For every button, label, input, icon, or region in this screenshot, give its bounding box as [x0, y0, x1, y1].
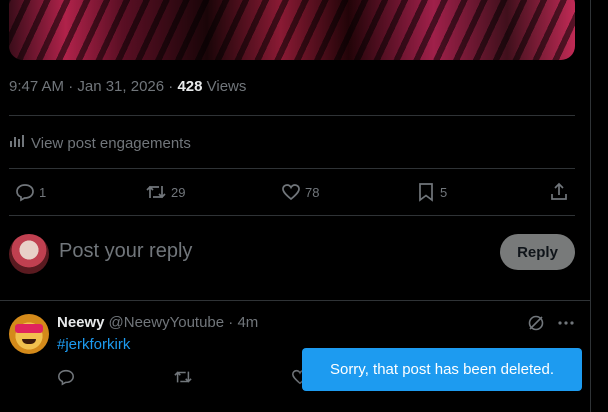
more-icon[interactable]: [557, 314, 575, 337]
views-label: Views: [202, 78, 247, 95]
reply-action[interactable]: 1: [15, 178, 46, 206]
repost-icon: [145, 182, 167, 202]
avatar-glasses: [15, 324, 43, 333]
author-handle[interactable]: @NeewyYoutube · 4m: [109, 314, 259, 331]
avatar[interactable]: [9, 234, 49, 274]
divider: [9, 168, 575, 169]
views-count: 428: [177, 78, 203, 95]
bookmark-count: 5: [440, 184, 448, 200]
tweet-top-icons: [527, 314, 575, 337]
media-pattern: [9, 0, 575, 60]
post-meta: 9:47 AM · Jan 31, 2026 · 428 Views: [9, 78, 246, 95]
grok-icon[interactable]: [527, 314, 545, 337]
bookmark-action[interactable]: 5: [416, 178, 447, 206]
like-count: 78: [305, 184, 320, 200]
divider: [9, 115, 575, 116]
share-action[interactable]: [549, 178, 569, 206]
repost-count: 29: [171, 184, 186, 200]
avatar[interactable]: [9, 314, 49, 354]
repost-action[interactable]: 29: [145, 178, 185, 206]
engagements-label: View post engagements: [31, 134, 191, 152]
reply-compose: Post your reply Reply: [9, 232, 575, 274]
reply-icon[interactable]: [57, 368, 75, 391]
like-action[interactable]: 78: [281, 178, 319, 206]
author-name[interactable]: Neewy: [57, 314, 105, 331]
divider: [9, 215, 575, 216]
reply-button[interactable]: Reply: [500, 234, 575, 270]
hashtag-link[interactable]: #jerkforkirk: [57, 336, 130, 353]
repost-icon[interactable]: [173, 368, 193, 391]
reply-count: 1: [39, 184, 47, 200]
deleted-post-toast: Sorry, that post has been deleted.: [302, 348, 582, 391]
divider: [0, 300, 590, 301]
share-icon: [549, 182, 569, 202]
tweet-header: Neewy @NeewyYoutube · 4m: [57, 314, 258, 331]
reply-input[interactable]: Post your reply: [59, 240, 192, 263]
bookmark-icon: [416, 182, 436, 202]
post-media-image[interactable]: [9, 0, 575, 60]
view-engagements-link[interactable]: View post engagements: [9, 133, 191, 153]
like-icon: [281, 182, 301, 202]
post-timestamp[interactable]: 9:47 AM · Jan 31, 2026 ·: [9, 78, 177, 95]
avatar-mouth: [22, 339, 36, 344]
analytics-icon: [9, 133, 25, 153]
reply-icon: [15, 182, 35, 202]
post-action-bar: 1 29 78 5: [9, 178, 575, 206]
scrollbar[interactable]: [590, 0, 608, 412]
